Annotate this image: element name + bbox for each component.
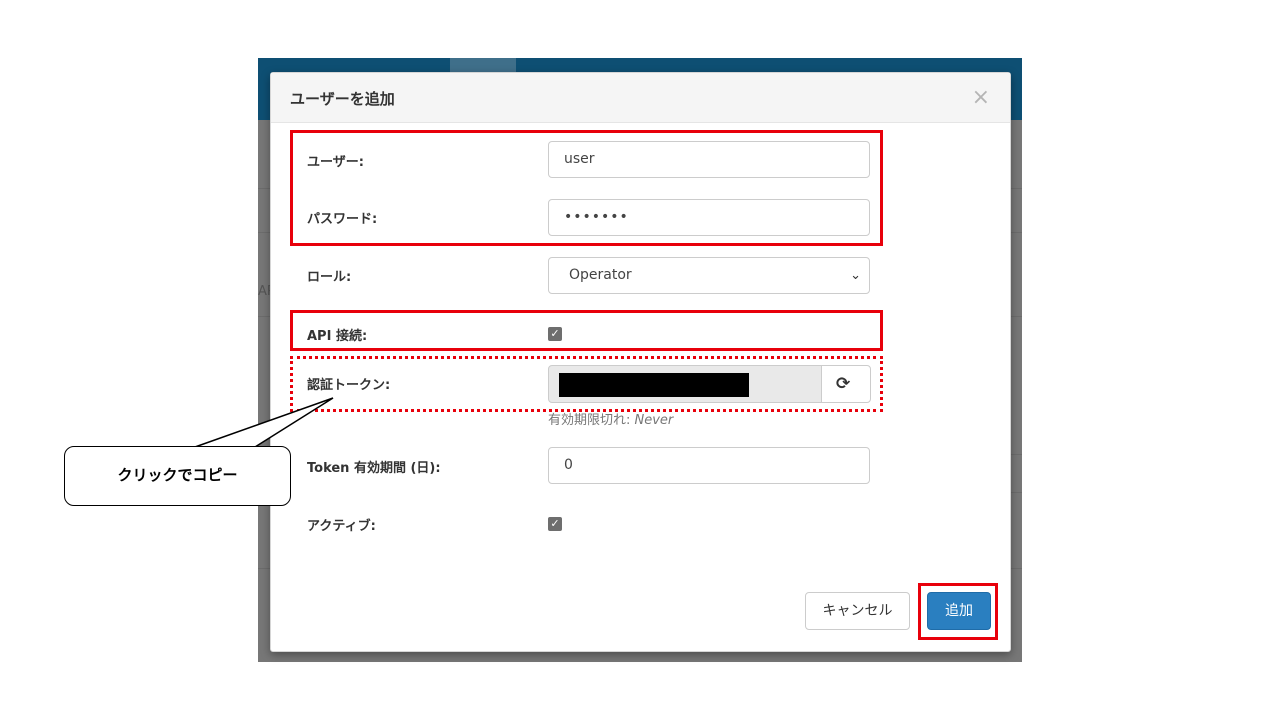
callout-pointer xyxy=(194,397,334,448)
copy-callout: クリックでコピー xyxy=(64,446,291,506)
